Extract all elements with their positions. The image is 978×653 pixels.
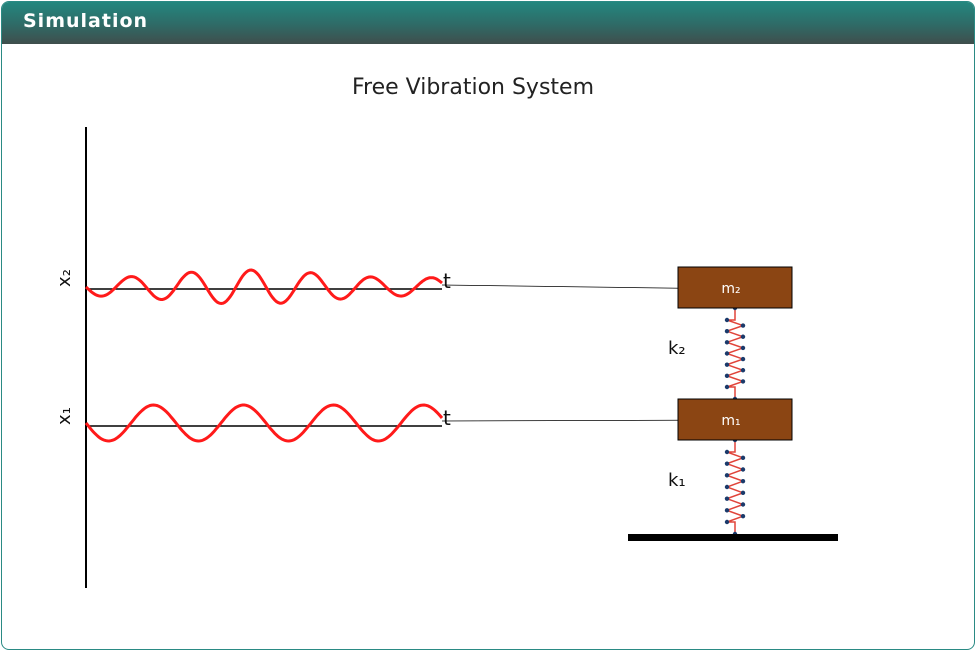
upper-mass-label: m₂ [721, 281, 740, 297]
spring-node [724, 461, 730, 466]
spring-node [724, 328, 730, 334]
spring-node [724, 449, 730, 455]
spring-node [724, 473, 730, 478]
spring-node [724, 484, 730, 490]
lower-axis-label: x₁ [54, 407, 75, 425]
spring-node [724, 519, 730, 525]
simulation-canvas: Free Vibration System x₂ x₁ t t m₂ m₁ k₂… [54, 75, 838, 588]
lower-time-label: t [443, 406, 451, 430]
spring-node [724, 373, 730, 379]
spring-node [740, 368, 746, 373]
spring-node [740, 356, 746, 362]
spring-node [740, 467, 746, 472]
spring-coil [724, 308, 746, 399]
spring-node [740, 379, 746, 384]
spring-node [724, 384, 730, 390]
upper-time-label: t [443, 269, 451, 293]
upper-axis-label: x₂ [54, 269, 75, 287]
spring-node [740, 334, 746, 339]
spring-node [740, 323, 746, 328]
simulation-title: Free Vibration System [352, 75, 594, 100]
spring-node [724, 508, 730, 513]
lower-displacement-wave [84, 403, 444, 443]
spring-node [724, 351, 730, 356]
lower-mass-label: m₁ [721, 413, 740, 429]
upper-displacement-wave [84, 268, 443, 306]
spring-node [740, 502, 746, 507]
spring-node [740, 513, 746, 519]
lower-spring [724, 437, 746, 537]
upper-spring-label: k₂ [668, 338, 686, 359]
spring-node [724, 496, 730, 501]
spring-node [740, 345, 746, 351]
ground-base [628, 534, 838, 541]
spring-node [740, 490, 746, 496]
spring-node [724, 362, 730, 367]
simulation-panel: Simulation Free Vibration System x₂ x₁ t… [1, 1, 975, 650]
spring-node [724, 317, 730, 323]
spring-coil [724, 440, 746, 534]
lower-spring-label: k₁ [668, 470, 686, 491]
spring-node [740, 478, 746, 484]
spring-node [740, 455, 746, 461]
upper-spring [724, 305, 746, 402]
spring-node [724, 340, 730, 345]
